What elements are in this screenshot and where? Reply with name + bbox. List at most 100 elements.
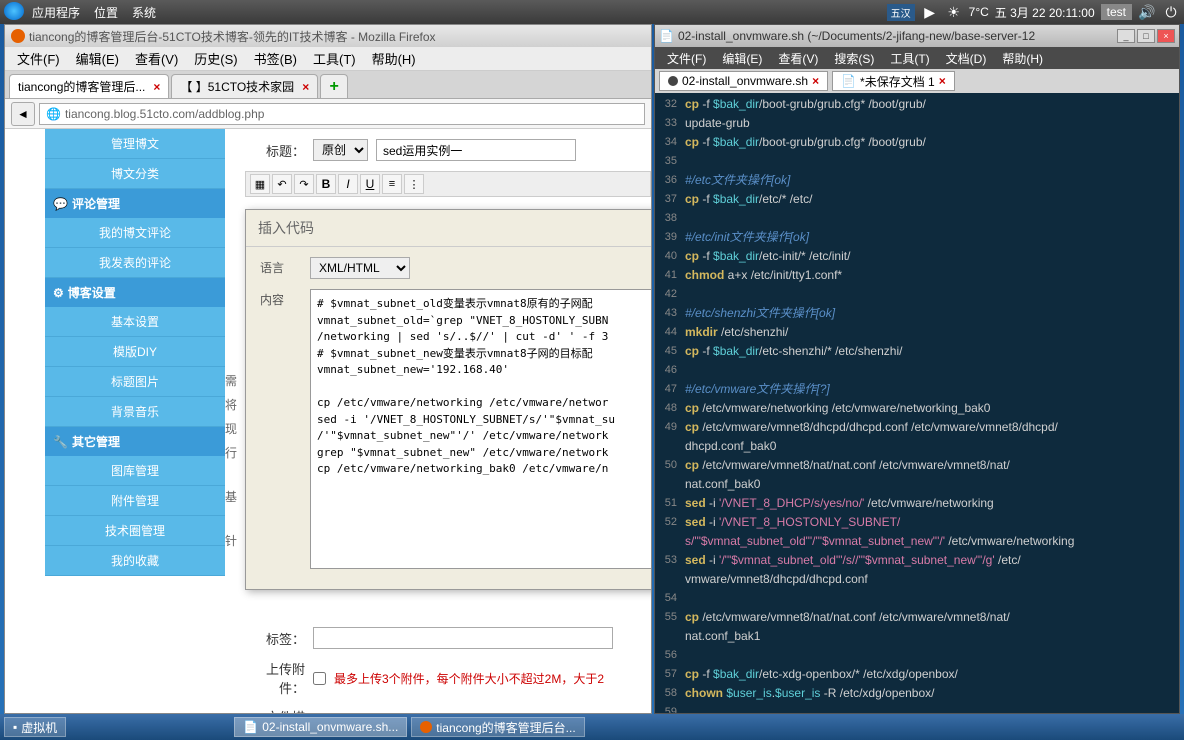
- ed-menu-help[interactable]: 帮助(H): [994, 48, 1051, 69]
- firefox-menubar: 文件(F) 编辑(E) 查看(V) 历史(S) 书签(B) 工具(T) 帮助(H…: [5, 47, 651, 71]
- user-badge[interactable]: test: [1101, 4, 1132, 20]
- sidebar-item[interactable]: 基本设置: [45, 307, 225, 337]
- ed-menu-search[interactable]: 搜索(S): [826, 48, 882, 69]
- vm-button[interactable]: ▪虚拟机: [4, 717, 66, 737]
- sidebar-header-settings[interactable]: ⚙博客设置: [45, 278, 225, 307]
- blog-sidebar: 管理博文 博文分类 💬评论管理 我的博文评论 我发表的评论 ⚙博客设置 基本设置…: [45, 129, 225, 713]
- tag-input[interactable]: [313, 627, 613, 649]
- sidebar-item[interactable]: 我的收藏: [45, 546, 225, 576]
- tb-bold[interactable]: B: [316, 174, 336, 194]
- desc-label: 文件描述：: [245, 707, 305, 713]
- close-icon[interactable]: ×: [812, 74, 819, 88]
- firefox-icon: [420, 721, 432, 733]
- media-icon[interactable]: ▶: [921, 3, 939, 21]
- sidebar-item[interactable]: 标题图片: [45, 367, 225, 397]
- close-icon[interactable]: ×: [153, 80, 160, 94]
- start-icon[interactable]: [4, 2, 24, 20]
- code-area[interactable]: 32 33 34 35 36 37 38 39 40 41 42 43 44 4…: [655, 93, 1179, 713]
- sidebar-item[interactable]: 附件管理: [45, 486, 225, 516]
- bottom-taskbar: ▪虚拟机 📄02-install_onvmware.sh... tiancong…: [0, 714, 1184, 740]
- title-type-select[interactable]: 原创: [313, 139, 368, 161]
- sidebar-item[interactable]: 我的博文评论: [45, 218, 225, 248]
- system-menu: 应用程序 位置 系统: [4, 2, 162, 23]
- ff-menu-bookmarks[interactable]: 书签(B): [246, 47, 305, 70]
- ed-menu-docs[interactable]: 文档(D): [938, 48, 995, 69]
- firefox-window: tiancong的博客管理后台-51CTO技术博客-领先的IT技术博客 - Mo…: [4, 24, 652, 714]
- sidebar-item[interactable]: 博文分类: [45, 159, 225, 189]
- close-button[interactable]: ×: [1157, 29, 1175, 43]
- clock[interactable]: 五 3月 22 20:11:00: [995, 4, 1095, 21]
- code-lines[interactable]: cp -f $bak_dir/boot-grub/grub.cfg* /boot…: [681, 93, 1179, 713]
- sidebar-item[interactable]: 图库管理: [45, 456, 225, 486]
- title-label: 标题：: [245, 141, 305, 160]
- firefox-tabstrip: tiancong的博客管理后... × 【 】51CTO技术家园 × +: [5, 71, 651, 99]
- firefox-tab-1[interactable]: tiancong的博客管理后... ×: [9, 74, 169, 98]
- sidebar-item[interactable]: 模版DIY: [45, 337, 225, 367]
- menu-apps[interactable]: 应用程序: [26, 2, 86, 23]
- lang-select[interactable]: XML/HTML: [310, 257, 410, 279]
- minimize-button[interactable]: _: [1117, 29, 1135, 43]
- tab-dot-icon: [668, 76, 678, 86]
- ed-menu-file[interactable]: 文件(F): [659, 48, 714, 69]
- plus-icon: +: [330, 78, 339, 96]
- ime-badge[interactable]: 五汉: [887, 4, 915, 21]
- tb-source[interactable]: ▦: [250, 174, 270, 194]
- ff-menu-file[interactable]: 文件(F): [9, 47, 68, 70]
- wrench-icon: 🔧: [53, 435, 68, 449]
- taskbar-item-firefox[interactable]: tiancong的博客管理后台...: [411, 717, 584, 737]
- doc-icon: 📄: [841, 74, 856, 88]
- taskbar-item-editor[interactable]: 📄02-install_onvmware.sh...: [234, 717, 407, 737]
- close-icon[interactable]: ×: [302, 80, 309, 94]
- ff-menu-help[interactable]: 帮助(H): [364, 47, 424, 70]
- sidebar-item[interactable]: 技术圈管理: [45, 516, 225, 546]
- ed-menu-tools[interactable]: 工具(T): [882, 48, 937, 69]
- maximize-button[interactable]: □: [1137, 29, 1155, 43]
- editor-tab-2[interactable]: 📄*未保存文档 1×: [832, 71, 955, 91]
- ff-menu-history[interactable]: 历史(S): [186, 47, 245, 70]
- firefox-content: 管理博文 博文分类 💬评论管理 我的博文评论 我发表的评论 ⚙博客设置 基本设置…: [5, 129, 651, 713]
- sidebar-item[interactable]: 背景音乐: [45, 397, 225, 427]
- back-button[interactable]: ◄: [11, 102, 35, 126]
- dialog-title: 插入代码: [246, 210, 651, 247]
- behind-text: 需 将 现 行 基 针: [225, 369, 237, 553]
- tb-underline[interactable]: U: [360, 174, 380, 194]
- url-bar[interactable]: 🌐 tiancong.blog.51cto.com/addblog.php: [39, 103, 645, 125]
- gedit-window: 📄 02-install_onvmware.sh (~/Documents/2-…: [654, 24, 1180, 714]
- menu-places[interactable]: 位置: [88, 2, 124, 23]
- firefox-tab-add[interactable]: +: [320, 74, 348, 98]
- ed-menu-view[interactable]: 查看(V): [770, 48, 826, 69]
- upload-hint: 最多上传3个附件，每个附件大小不超过2M，大于2: [334, 670, 604, 687]
- tb-undo[interactable]: ↶: [272, 174, 292, 194]
- sidebar-header-other[interactable]: 🔧其它管理: [45, 427, 225, 456]
- close-icon[interactable]: ×: [939, 74, 946, 88]
- editor-toolbar: ▦ ↶ ↷ B I U ≡ ⋮: [245, 171, 651, 197]
- tab-label: 【 】51CTO技术家园: [180, 78, 294, 95]
- title-row: 标题： 原创: [245, 139, 651, 161]
- line-gutter: 32 33 34 35 36 37 38 39 40 41 42 43 44 4…: [655, 93, 681, 713]
- top-panel: 应用程序 位置 系统 五汉 ▶ ☀ 7°C 五 3月 22 20:11:00 t…: [0, 0, 1184, 24]
- sidebar-header-comments[interactable]: 💬评论管理: [45, 189, 225, 218]
- gedit-titlebar[interactable]: 📄 02-install_onvmware.sh (~/Documents/2-…: [655, 25, 1179, 47]
- code-textarea[interactable]: [310, 289, 651, 569]
- ff-menu-tools[interactable]: 工具(T): [305, 47, 364, 70]
- firefox-titlebar[interactable]: tiancong的博客管理后台-51CTO技术博客-领先的IT技术博客 - Mo…: [5, 25, 651, 47]
- title-input[interactable]: [376, 139, 576, 161]
- volume-icon[interactable]: 🔊: [1138, 3, 1156, 21]
- ed-menu-edit[interactable]: 编辑(E): [714, 48, 770, 69]
- sidebar-item[interactable]: 管理博文: [45, 129, 225, 159]
- upload-checkbox[interactable]: [313, 672, 326, 685]
- tb-ol[interactable]: ≡: [382, 174, 402, 194]
- firefox-tab-2[interactable]: 【 】51CTO技术家园 ×: [171, 74, 318, 98]
- tb-italic[interactable]: I: [338, 174, 358, 194]
- tag-label: 标签：: [245, 629, 305, 648]
- tb-ul[interactable]: ⋮: [404, 174, 424, 194]
- ff-menu-view[interactable]: 查看(V): [127, 47, 186, 70]
- ff-menu-edit[interactable]: 编辑(E): [68, 47, 127, 70]
- terminal-icon: ▪: [13, 720, 17, 734]
- menu-system[interactable]: 系统: [126, 2, 162, 23]
- sidebar-item[interactable]: 我发表的评论: [45, 248, 225, 278]
- editor-tab-1[interactable]: 02-install_onvmware.sh×: [659, 71, 828, 91]
- power-icon[interactable]: ⏻: [1162, 3, 1180, 21]
- tb-redo[interactable]: ↷: [294, 174, 314, 194]
- globe-icon: 🌐: [46, 107, 61, 121]
